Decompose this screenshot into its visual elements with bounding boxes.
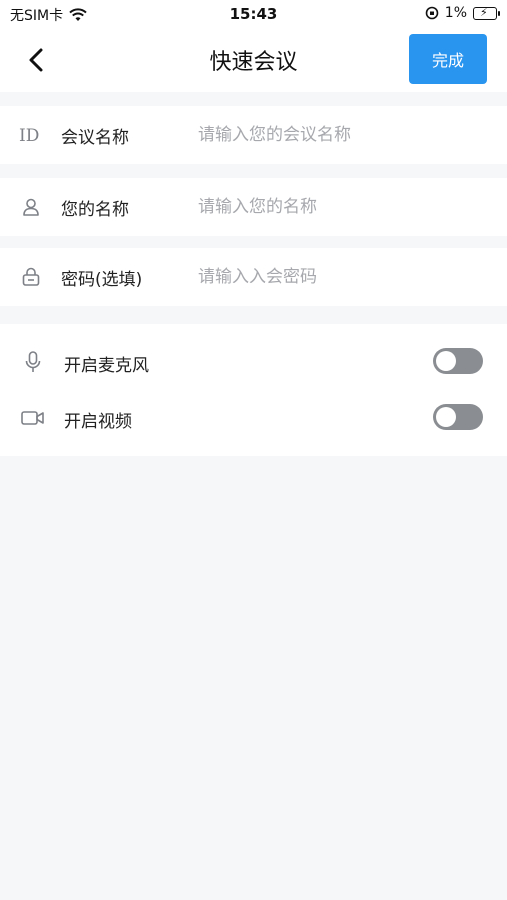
password-input[interactable] — [196, 266, 490, 288]
microphone-toggle-row: 开启麦克风 — [0, 342, 507, 382]
status-right: 1% ⚡ — [425, 5, 500, 21]
meeting-name-input[interactable] — [196, 124, 490, 146]
video-switch[interactable] — [433, 404, 483, 430]
id-icon: ID — [18, 122, 44, 148]
switch-knob — [436, 407, 456, 427]
password-row: 密码(选填) — [0, 248, 507, 306]
nav-bar: 快速会议 完成 — [0, 28, 507, 92]
your-name-row: 您的名称 — [0, 178, 507, 236]
meeting-name-row: ID 会议名称 — [0, 106, 507, 164]
video-toggle-row: 开启视频 — [0, 398, 507, 438]
done-button[interactable]: 完成 — [409, 34, 487, 84]
orientation-lock-icon — [425, 6, 439, 20]
microphone-label: 开启麦克风 — [64, 356, 149, 376]
status-bar: 无SIM卡 15:43 1% ⚡ — [0, 0, 507, 28]
your-name-input[interactable] — [196, 196, 490, 218]
video-label: 开启视频 — [64, 412, 132, 432]
video-camera-icon — [20, 405, 46, 431]
your-name-label: 您的名称 — [61, 199, 129, 220]
microphone-switch[interactable] — [433, 348, 483, 374]
battery-icon: ⚡ — [473, 6, 500, 20]
meeting-name-label: 会议名称 — [61, 127, 129, 148]
battery-percent: 1% — [444, 5, 467, 21]
password-label: 密码(选填) — [61, 269, 143, 290]
microphone-icon — [20, 349, 46, 375]
person-icon — [18, 194, 44, 220]
media-toggles: 开启麦克风 开启视频 — [0, 324, 507, 456]
svg-text:ID: ID — [19, 126, 39, 145]
switch-knob — [436, 351, 456, 371]
lock-icon — [18, 264, 44, 290]
